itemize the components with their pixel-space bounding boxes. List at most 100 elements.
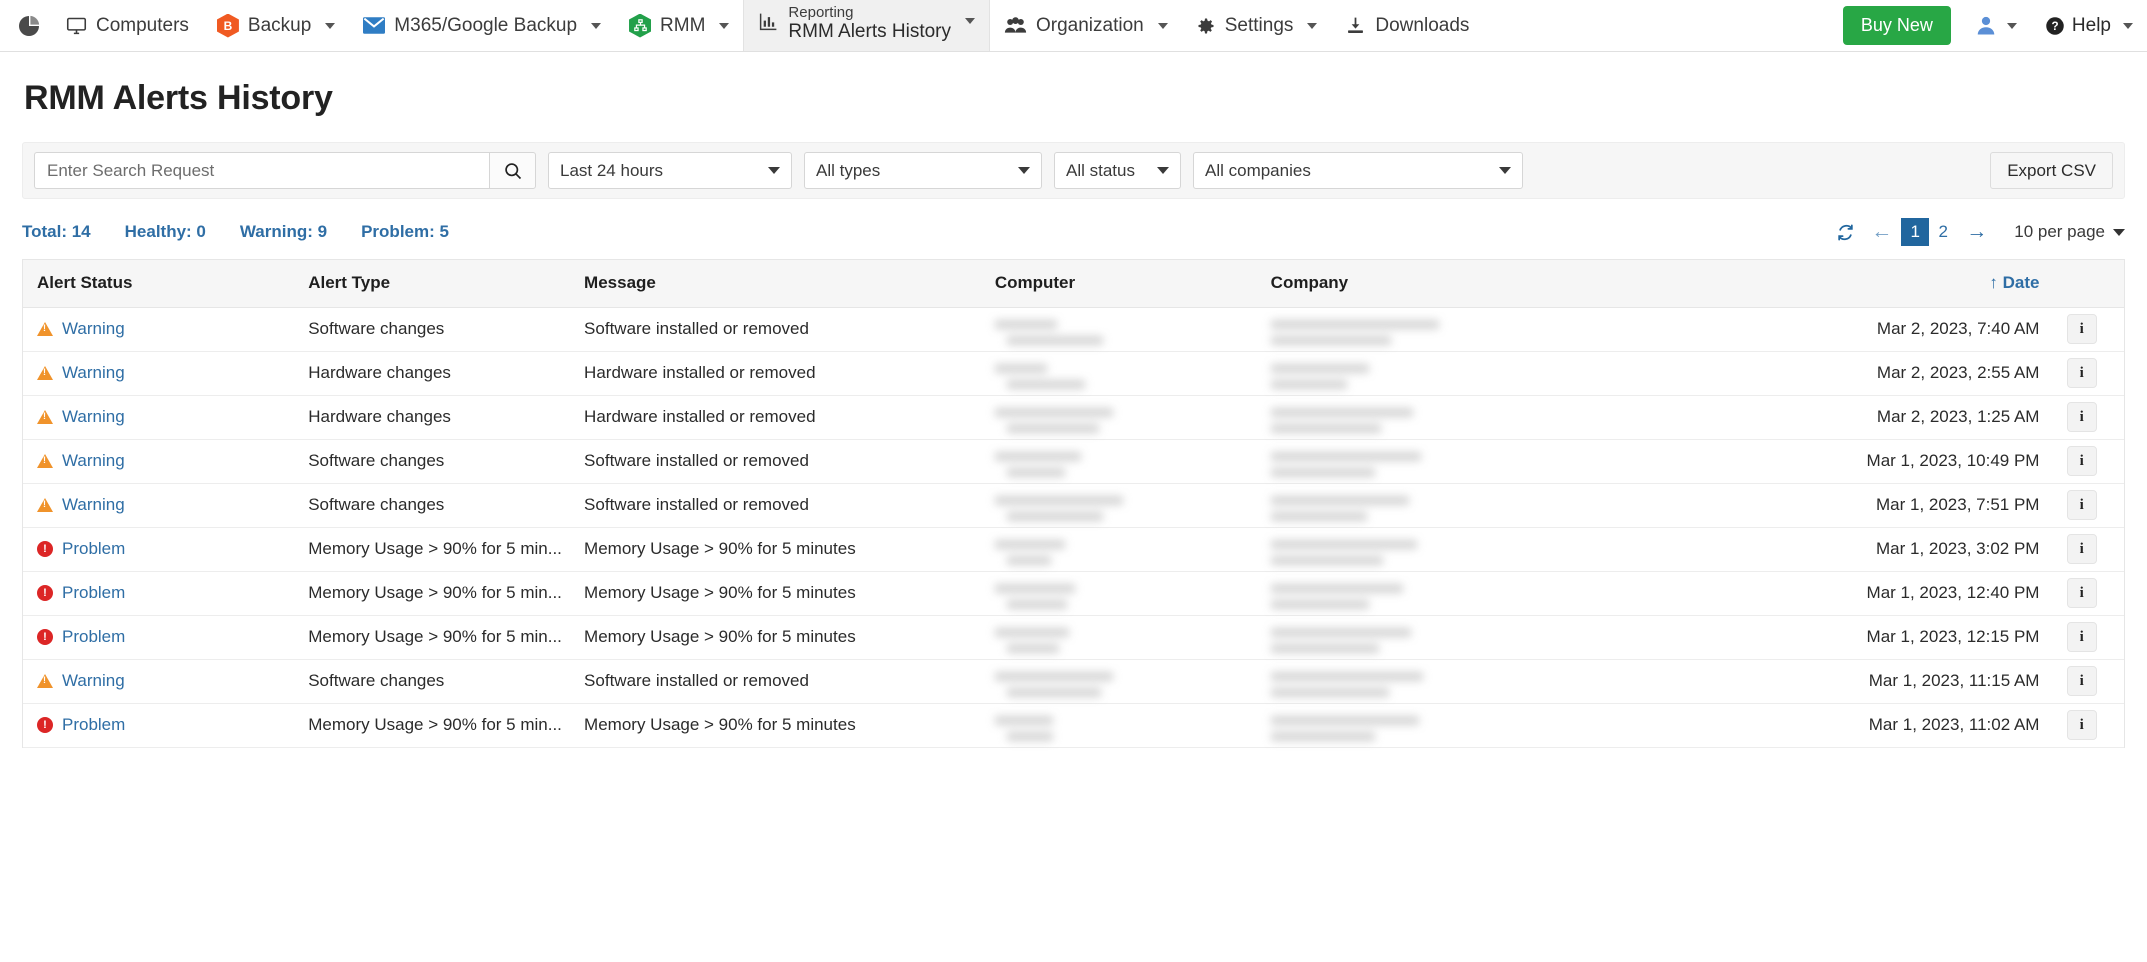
cell-alert-type: Software changes (308, 439, 585, 484)
stat-healthy[interactable]: Healthy: 0 (125, 222, 206, 242)
search-button[interactable] (489, 152, 536, 189)
row-info-button[interactable]: i (2066, 578, 2097, 608)
table-row[interactable]: Warning Software changesSoftware installe… (23, 307, 2124, 352)
redacted-company-name (1270, 666, 1694, 697)
nav-item-settings[interactable]: Settings (1182, 0, 1332, 51)
table-row[interactable]: Warning Hardware changesHardware installe… (23, 395, 2124, 440)
table-row[interactable]: ! Problem Memory Usage > 90% for 5 min... M… (23, 615, 2124, 660)
cell-alert-type: Memory Usage > 90% for 5 min... (308, 571, 585, 616)
alerts-table-container: Alert Status Alert Type Message Computer… (22, 259, 2125, 748)
column-header-company[interactable]: Company (1270, 260, 1694, 308)
nav-label-settings: Settings (1224, 14, 1294, 36)
table-row[interactable]: ! Problem Memory Usage > 90% for 5 min... M… (23, 703, 2124, 748)
cell-company (1270, 351, 1694, 396)
table-row[interactable]: Warning Software changesSoftware installe… (23, 483, 2124, 528)
period-filter-select[interactable]: Last 24 hours (548, 152, 792, 189)
alert-status-link[interactable]: Problem (62, 583, 125, 603)
alerts-table: Alert Status Alert Type Message Computer… (23, 260, 2124, 748)
cell-alert-type: Memory Usage > 90% for 5 min... (308, 615, 585, 660)
per-page-label: 10 per page (2014, 222, 2105, 241)
search-input[interactable] (34, 152, 489, 189)
nav-label-reporting: Reporting (788, 4, 854, 21)
row-info-button[interactable]: i (2066, 314, 2097, 344)
gear-icon (1196, 16, 1216, 36)
help-menu[interactable]: ? Help (2031, 0, 2147, 51)
alert-status-link[interactable]: Warning (62, 407, 125, 427)
row-info-button[interactable]: i (2066, 490, 2097, 520)
cell-message: Memory Usage > 90% for 5 minutes (584, 703, 995, 748)
alert-status-link[interactable]: Problem (62, 715, 125, 735)
row-info-button[interactable]: i (2066, 534, 2097, 564)
cell-message: Software installed or removed (584, 307, 995, 352)
cell-actions: i (2039, 483, 2124, 528)
page-number-2[interactable]: 2 (1929, 218, 1957, 246)
cell-message: Hardware installed or removed (584, 395, 995, 440)
per-page-select[interactable]: 10 per page (2014, 222, 2125, 242)
buy-new-button[interactable]: Buy New (1842, 6, 1951, 45)
cell-message: Memory Usage > 90% for 5 minutes (584, 615, 995, 660)
alert-status-link[interactable]: Problem (62, 539, 125, 559)
refresh-button[interactable] (1828, 218, 1862, 246)
pagination: ← 1 2 → 10 per page (1828, 218, 2125, 246)
cell-alert-type: Software changes (308, 307, 585, 352)
column-header-alert-status[interactable]: Alert Status (23, 260, 309, 308)
chevron-down-icon (1307, 22, 1318, 29)
column-header-computer[interactable]: Computer (994, 260, 1271, 308)
app-logo[interactable] (6, 0, 52, 51)
pie-chart-logo-icon (19, 15, 40, 36)
problem-circle-icon: ! (37, 585, 53, 601)
nav-item-m365-google-backup[interactable]: M365/Google Backup (349, 0, 615, 51)
next-page-button[interactable]: → (1957, 220, 1996, 244)
table-row[interactable]: Warning Software changesSoftware installe… (23, 659, 2124, 704)
warning-triangle-icon (37, 410, 53, 424)
alert-status-link[interactable]: Warning (62, 363, 125, 383)
redacted-company-name (1270, 710, 1694, 741)
nav-item-reporting[interactable]: Reporting RMM Alerts History (743, 0, 990, 51)
stat-warning[interactable]: Warning: 9 (240, 222, 327, 242)
status-filter-select[interactable]: All status (1054, 152, 1181, 189)
table-row[interactable]: Warning Software changesSoftware installe… (23, 439, 2124, 484)
cell-alert-type: Hardware changes (308, 351, 585, 396)
stat-problem[interactable]: Problem: 5 (361, 222, 449, 242)
type-filter-select[interactable]: All types (804, 152, 1042, 189)
company-filter-select[interactable]: All companies (1193, 152, 1523, 189)
alert-status-link[interactable]: Warning (62, 671, 125, 691)
warning-triangle-icon (37, 498, 53, 512)
nav-item-backup[interactable]: B Backup (203, 0, 349, 51)
row-info-button[interactable]: i (2066, 622, 2097, 652)
alert-status-link[interactable]: Warning (62, 451, 125, 471)
problem-circle-icon: ! (37, 717, 53, 733)
row-info-button[interactable]: i (2066, 402, 2097, 432)
redacted-computer-name (994, 578, 1271, 609)
download-icon (1345, 15, 1366, 36)
alert-status-link[interactable]: Warning (62, 495, 125, 515)
stat-total[interactable]: Total: 14 (22, 222, 91, 242)
nav-item-downloads[interactable]: Downloads (1331, 0, 1483, 51)
cell-alert-status: Warning (23, 395, 309, 440)
nav-item-organization[interactable]: Organization (990, 0, 1182, 51)
alert-status-link[interactable]: Warning (62, 319, 125, 339)
cell-company (1270, 395, 1694, 440)
cell-date: Mar 1, 2023, 7:51 PM (1693, 483, 2040, 528)
cell-alert-status: Warning (23, 351, 309, 396)
table-row[interactable]: ! Problem Memory Usage > 90% for 5 min... M… (23, 527, 2124, 572)
nav-item-rmm[interactable]: RMM (615, 0, 743, 51)
row-info-button[interactable]: i (2066, 358, 2097, 388)
export-csv-button[interactable]: Export CSV (1990, 152, 2113, 189)
envelope-icon (363, 17, 386, 34)
column-header-date[interactable]: ↑ Date (1693, 260, 2040, 308)
alert-status-link[interactable]: Problem (62, 627, 125, 647)
column-header-message[interactable]: Message (584, 260, 995, 308)
table-row[interactable]: ! Problem Memory Usage > 90% for 5 min... M… (23, 571, 2124, 616)
row-info-button[interactable]: i (2066, 666, 2097, 696)
page-number-1[interactable]: 1 (1901, 218, 1930, 246)
prev-page-button[interactable]: ← (1862, 220, 1901, 244)
account-menu[interactable] (1963, 0, 2031, 51)
row-info-button[interactable]: i (2066, 446, 2097, 476)
table-row[interactable]: Warning Hardware changesHardware installe… (23, 351, 2124, 396)
row-info-button[interactable]: i (2066, 710, 2097, 740)
cell-message: Memory Usage > 90% for 5 minutes (584, 571, 995, 616)
column-header-alert-type[interactable]: Alert Type (308, 260, 585, 308)
nav-item-computers[interactable]: Computers (52, 0, 203, 51)
